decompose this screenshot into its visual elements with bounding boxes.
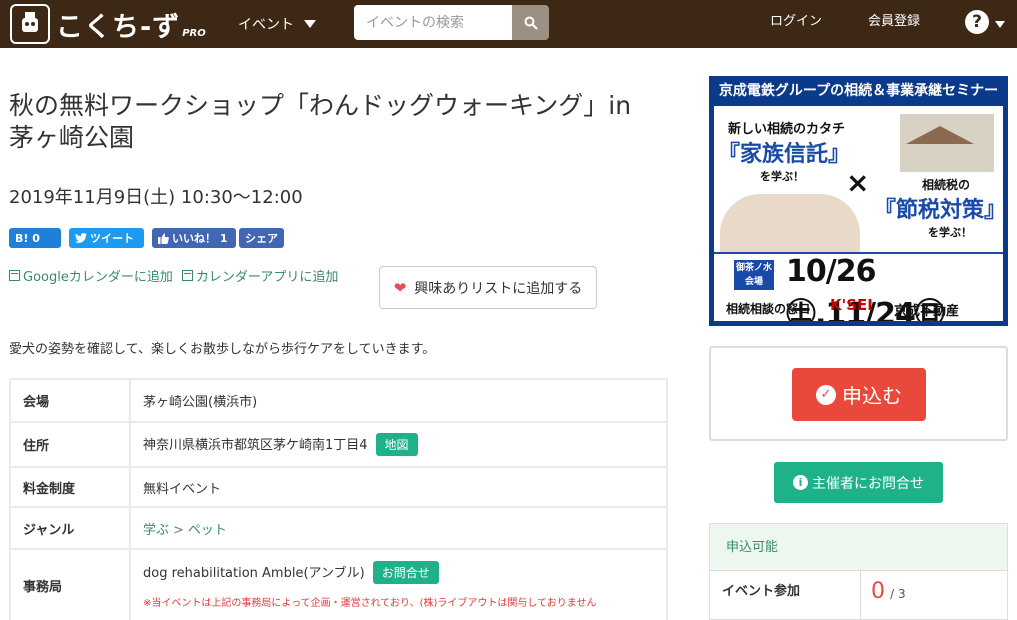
- banner-tax-saving: 『節税対策』: [874, 198, 1003, 223]
- tweet-label: ツイート: [90, 232, 134, 245]
- table-row: 会場 茅ヶ崎公園(横浜市): [9, 378, 668, 423]
- facebook-share-button[interactable]: シェア: [239, 228, 284, 248]
- banner-times: ×: [846, 166, 870, 199]
- table-row: 事務局 dog rehabilitation Amble(アンブル) お問合せ ※…: [9, 548, 668, 620]
- participant-count: 0: [871, 579, 885, 604]
- search-icon: [524, 16, 538, 30]
- keisei-logo: K'SEI: [830, 296, 873, 314]
- fee-label: 料金制度: [9, 466, 131, 508]
- logo-suffix: PRO: [182, 27, 206, 39]
- genre-cell: 学ぶ > ペット: [129, 506, 668, 550]
- event-menu-label: イベント: [238, 17, 294, 33]
- banner-body: 新しい相続のカタチ 『家族信託』 を学ぶ！ × 相続税の 『節税対策』 を学ぶ！…: [714, 106, 1003, 321]
- apply-panel: ✓ 申込む: [709, 346, 1008, 441]
- apply-label: 申込む: [842, 384, 902, 408]
- event-details-table: 会場 茅ヶ崎公園(横浜市) 住所 神奈川県横浜市都筑区茅ケ崎南1丁目4 地図 料金…: [9, 378, 668, 620]
- logo-mascot-icon: [10, 4, 50, 44]
- facebook-like-button[interactable]: いいね！ 1: [152, 228, 236, 248]
- address-cell: 神奈川県横浜市都筑区茅ケ崎南1丁目4 地図: [129, 421, 668, 468]
- calendar-icon: [181, 270, 193, 281]
- search-input[interactable]: [354, 5, 512, 40]
- like-label: いいね！ 1: [172, 232, 228, 245]
- top-navbar: こくち-ず PRO イベント ログイン 会員登録 ?: [0, 0, 1017, 48]
- help-menu[interactable]: ?: [965, 10, 1005, 34]
- contact-organizer-button[interactable]: i 主催者にお問合せ: [774, 462, 943, 503]
- address-value: 神奈川県横浜市都筑区茅ケ崎南1丁目4: [143, 438, 368, 453]
- house-image: [900, 114, 994, 172]
- banner-foot-left: 相続相談の窓口: [726, 302, 811, 316]
- share-buttons: B! 0 ツイート いいね！ 1 シェア: [9, 228, 292, 248]
- calendar-app-label: カレンダーアプリに追加: [195, 270, 339, 285]
- calendar-links: Googleカレンダーに追加 カレンダーアプリに追加: [9, 266, 347, 285]
- banner-family-trust: 『家族信託』: [718, 142, 851, 167]
- banner-headline: 京成電鉄グループの相続＆事業承継セミナー: [718, 83, 999, 99]
- office-value: dog rehabilitation Amble(アンブル): [143, 566, 365, 581]
- map-button[interactable]: 地図: [375, 433, 418, 456]
- hatena-bookmark-button[interactable]: B! 0: [9, 228, 61, 248]
- table-row: 住所 神奈川県横浜市都筑区茅ケ崎南1丁目4 地図: [9, 421, 668, 468]
- participants-row: イベント参加 0 / 3: [710, 571, 1007, 620]
- apply-button[interactable]: ✓ 申込む: [792, 368, 926, 421]
- participant-capacity: / 3: [890, 587, 906, 601]
- table-row: 料金制度 無料イベント: [9, 466, 668, 508]
- banner-learn1: を学ぶ！: [760, 170, 804, 183]
- search-bar: [354, 5, 549, 40]
- banner-footer: 相続相談の窓口 K'SEI 京成不動産: [714, 294, 1003, 321]
- office-label: 事務局: [9, 548, 131, 620]
- banner-line2: 相続税の: [922, 178, 971, 192]
- calendar-app-link[interactable]: カレンダーアプリに追加: [181, 266, 339, 285]
- caret-down-icon: [995, 20, 1005, 28]
- venue-label: 会場: [9, 378, 131, 423]
- wishlist-label: 興味ありリストに追加する: [414, 280, 583, 297]
- table-row: ジャンル 学ぶ > ペット: [9, 506, 668, 550]
- genre-separator: >: [173, 522, 184, 538]
- venue-value: 茅ヶ崎公園(横浜市): [129, 378, 668, 423]
- genre-label: ジャンル: [9, 506, 131, 550]
- banner-venue: 御茶ノ水 会場: [734, 260, 774, 290]
- banner-line1: 新しい相続のカタチ: [728, 122, 846, 137]
- banner-date-band: 御茶ノ水 会場 10/26㊏,11/24㊐: [714, 252, 1003, 321]
- tweet-button[interactable]: ツイート: [69, 228, 144, 248]
- login-link[interactable]: ログイン: [770, 0, 822, 48]
- check-circle-icon: ✓: [816, 384, 836, 405]
- event-datetime: 2019年11月9日(土) 10:30〜12:00: [9, 187, 303, 208]
- thumbs-up-icon: [158, 233, 169, 244]
- status-text: 申込可能: [710, 524, 1007, 571]
- organizer-notice: ※当イベントは上記の事務局によって企画・運営されており、(株)ライブアウトは関与…: [143, 598, 597, 609]
- office-cell: dog rehabilitation Amble(アンブル) お問合せ ※当イベン…: [129, 548, 668, 620]
- caret-down-icon: [304, 20, 316, 28]
- fee-value: 無料イベント: [129, 466, 668, 508]
- register-link[interactable]: 会員登録: [868, 0, 920, 48]
- genre-child-link[interactable]: ペット: [188, 523, 227, 538]
- calendar-icon: [9, 270, 20, 281]
- address-label: 住所: [9, 421, 131, 468]
- twitter-bird-icon: [75, 233, 87, 243]
- event-title: 秋の無料ワークショップ「わんドッグウォーキング」in 茅ヶ崎公園: [9, 91, 632, 152]
- search-button[interactable]: [512, 5, 549, 40]
- participants-label: イベント参加: [710, 571, 861, 620]
- help-icon: ?: [965, 10, 989, 34]
- event-description: 愛犬の姿勢を確認して、楽しくお散歩しながら歩行ケアをしていきます。: [9, 342, 436, 357]
- google-calendar-label: Googleカレンダーに追加: [23, 270, 173, 285]
- site-logo[interactable]: こくち-ず PRO: [10, 4, 206, 44]
- add-to-wishlist-button[interactable]: ❤ 興味ありリストに追加する: [379, 266, 597, 309]
- status-panel: 申込可能 イベント参加 0 / 3: [709, 523, 1008, 620]
- logo-text: こくち-ず: [56, 11, 181, 43]
- ad-banner[interactable]: 京成電鉄グループの相続＆事業承継セミナー 新しい相続のカタチ 『家族信託』 を学…: [709, 76, 1008, 326]
- family-image: [720, 194, 860, 260]
- inquiry-button[interactable]: お問合せ: [372, 561, 439, 584]
- heart-icon: ❤: [393, 278, 407, 297]
- banner-foot-right: 京成不動産: [894, 304, 960, 319]
- banner-learn2: を学ぶ！: [928, 226, 972, 239]
- contact-label: 主催者にお問合せ: [812, 475, 924, 492]
- genre-parent-link[interactable]: 学ぶ: [143, 523, 169, 538]
- google-calendar-link[interactable]: Googleカレンダーに追加: [9, 266, 173, 285]
- event-menu[interactable]: イベント: [238, 0, 316, 48]
- info-icon: i: [793, 475, 808, 490]
- participants-value: 0 / 3: [861, 571, 906, 620]
